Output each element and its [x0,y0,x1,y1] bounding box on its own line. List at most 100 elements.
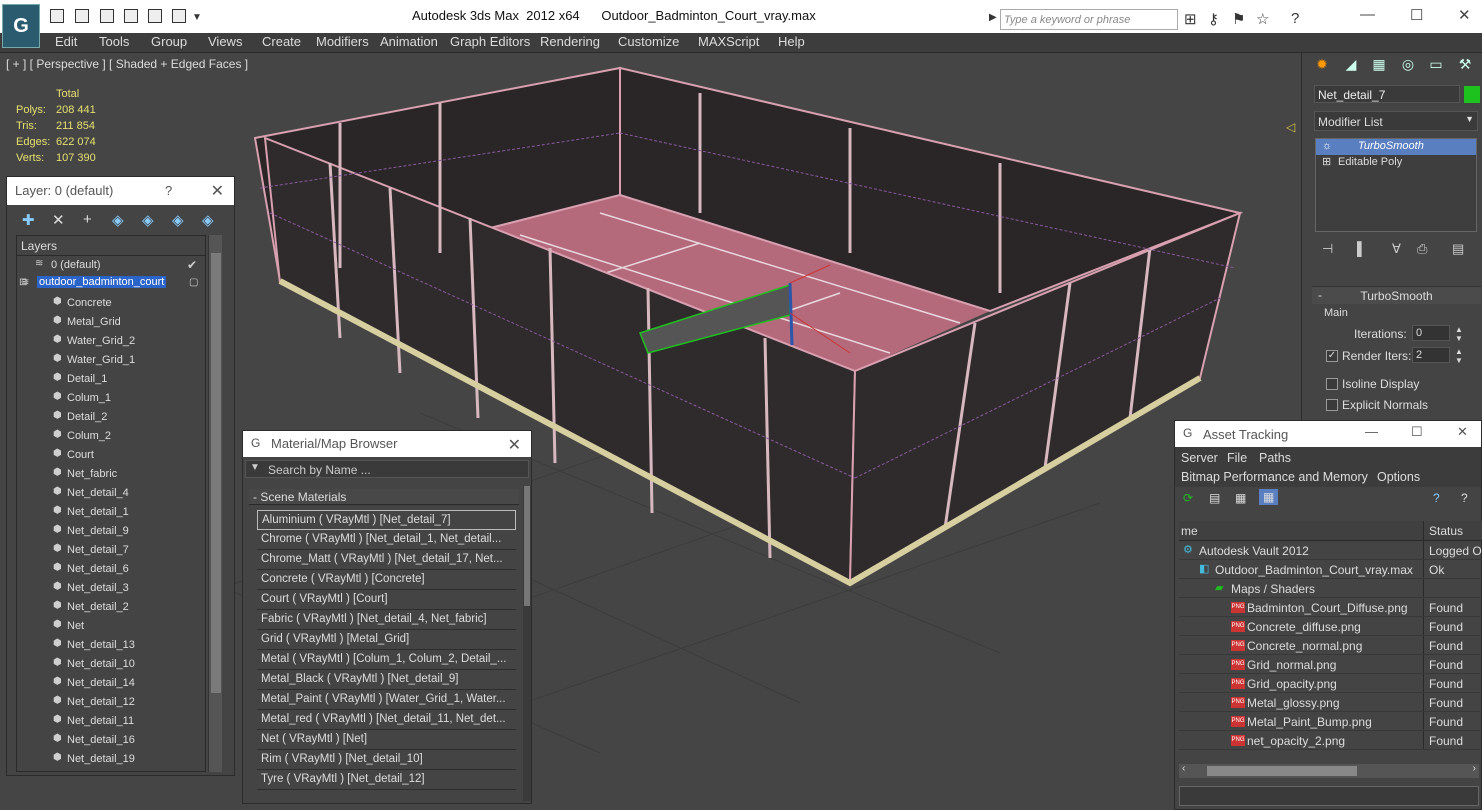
chevron-down-icon[interactable]: ▼ [192,12,202,23]
object-row[interactable]: ⬢ Net_detail_19 [17,750,205,769]
object-row[interactable]: ⬢ Net_detail_9 [17,522,205,541]
menu-server[interactable]: Server [1181,451,1218,465]
close-icon[interactable]: ✕ [508,435,521,455]
material-item[interactable]: Rim ( VRayMtl ) [Net_detail_10] [257,750,516,770]
object-row[interactable]: ⬢ Net_detail_3 [17,579,205,598]
show-end-result-icon[interactable]: ▌ [1357,241,1366,256]
asset-row[interactable]: ▰ Maps / Shaders [1179,579,1482,598]
scroll-left-icon[interactable]: ‹ [1182,763,1185,774]
object-row[interactable]: ⬢ Court [17,446,205,465]
favorites-star-icon[interactable]: ☆ [1256,10,1269,28]
expand-arrow-icon[interactable]: ▶ [989,12,997,23]
object-row[interactable]: ⬢ Net_detail_13 [17,636,205,655]
menu-views[interactable]: Views [208,34,242,49]
collapse-arrow-icon[interactable]: ◁ [1286,120,1295,134]
remove-modifier-icon[interactable]: ⎙ [1417,241,1427,257]
layer-scrollbar[interactable] [208,235,222,772]
menu-tools[interactable]: Tools [99,34,129,49]
material-item[interactable]: Metal_red ( VRayMtl ) [Net_detail_11, Ne… [257,710,516,730]
asset-row[interactable]: ⚙ Autodesk Vault 2012 Logged O [1179,541,1482,560]
menu-help[interactable]: Help [778,34,805,49]
table-view-icon[interactable]: ▦ [1259,489,1279,505]
filter-icon[interactable]: ▼ [250,462,260,473]
material-item[interactable]: Net ( VRayMtl ) [Net] [257,730,516,750]
detail-view-icon[interactable]: ▦ [1235,491,1246,505]
menu-graph-editors[interactable]: Graph Editors [450,34,530,49]
object-row[interactable]: ⬢ Water_Grid_2 [17,332,205,351]
menu-modifiers[interactable]: Modifiers [316,34,369,49]
object-row[interactable]: ⬢ Net_detail_2 [17,598,205,617]
maximize-icon[interactable]: ☐ [1410,6,1423,24]
spinner-arrows-icon[interactable]: ▲ ▼ [1455,347,1463,365]
asset-row[interactable]: PNG Grid_opacity.png Found [1179,674,1482,693]
spinner-arrows-icon[interactable]: ▲ ▼ [1455,325,1463,343]
object-row[interactable]: ⬢ Net_detail_14 [17,674,205,693]
rollout-header[interactable]: - TurboSmooth [1312,287,1481,304]
object-row[interactable]: ⬢ Net_detail_11 [17,712,205,731]
asset-row[interactable]: PNG net_opacity_2.png Found [1179,731,1482,750]
object-row[interactable]: ⬢ Metal_Grid [17,313,205,332]
help-button[interactable]: ? [165,183,172,198]
hide-all-icon[interactable]: ◈ [172,211,184,229]
create-layer-icon[interactable]: ✚ [22,211,35,229]
save-icon[interactable] [75,9,89,23]
list-view-icon[interactable]: ▤ [1209,491,1220,505]
material-browser-header[interactable]: G Material/Map Browser ✕ [243,431,531,457]
object-row[interactable]: ⬢ Detail_2 [17,408,205,427]
material-item[interactable]: Court ( VRayMtl ) [Court] [257,590,516,610]
menu-bitmap-performance[interactable]: Bitmap Performance and Memory [1181,470,1368,484]
highlight-layer-icon[interactable]: ◈ [142,211,154,229]
menu-file[interactable]: File [1227,451,1247,465]
stack-item-editable-poly[interactable]: ⊞ Editable Poly [1316,155,1476,171]
help-icon[interactable]: ? [1291,10,1299,27]
material-item[interactable]: Metal ( VRayMtl ) [Colum_1, Colum_2, Det… [257,650,516,670]
close-icon[interactable]: ✕ [211,181,224,201]
menu-rendering[interactable]: Rendering [540,34,600,49]
material-item[interactable]: Aluminium ( VRayMtl ) [Net_detail_7] [257,510,516,530]
config-help-icon[interactable]: ? [1461,491,1468,505]
communication-icon[interactable]: ⚑ [1232,10,1245,28]
scroll-thumb[interactable] [1207,766,1357,776]
object-row[interactable]: ⬢ Water_Grid_1 [17,351,205,370]
asset-horizontal-scrollbar[interactable]: ‹ › [1179,763,1479,778]
column-name-header[interactable]: me [1181,524,1198,538]
scroll-right-icon[interactable]: › [1473,763,1476,774]
object-row[interactable]: ⬢ Net_fabric [17,465,205,484]
stack-item-turbosmooth[interactable]: ☼ TurboSmooth [1316,139,1476,155]
minimize-icon[interactable]: — [1360,6,1375,23]
scroll-thumb[interactable] [211,253,221,693]
layer-row[interactable]: ≋ 0 (default) ✔ [17,256,205,275]
material-search-input[interactable]: ▼ Search by Name ... [245,460,529,478]
menu-animation[interactable]: Animation [380,34,438,49]
menu-edit[interactable]: Edit [55,34,77,49]
object-row[interactable]: ⬢ Net_detail_12 [17,693,205,712]
material-item[interactable]: Metal_Paint ( VRayMtl ) [Water_Grid_1, W… [257,690,516,710]
project-icon[interactable] [172,9,186,23]
collapse-minus-icon[interactable]: - [1318,288,1322,302]
isoline-display-checkbox[interactable] [1326,378,1338,390]
explicit-normals-checkbox[interactable] [1326,399,1338,411]
menu-customize[interactable]: Customize [618,34,679,49]
lightbulb-icon[interactable]: ☼ [1322,140,1332,152]
asset-path-input[interactable] [1179,786,1479,806]
material-item[interactable]: Chrome ( VRayMtl ) [Net_detail_1, Net_de… [257,530,516,550]
layers-column-header[interactable]: Layers [17,236,205,256]
open-icon[interactable] [124,9,138,23]
scene-materials-group[interactable]: - Scene Materials [249,489,519,505]
object-row[interactable]: ⬢ Net [17,617,205,636]
modify-tab-icon[interactable]: ◢ [1340,56,1362,78]
menu-maxscript[interactable]: MAXScript [698,34,759,49]
display-tab-icon[interactable]: ▭ [1425,56,1447,78]
configure-sets-icon[interactable]: ▤ [1452,241,1464,257]
hierarchy-tab-icon[interactable]: ▦ [1368,56,1390,78]
utilities-tab-icon[interactable]: ⚒ [1454,56,1476,78]
make-unique-icon[interactable]: ∀ [1392,241,1401,257]
add-to-layer-icon[interactable]: + [83,211,92,228]
object-row[interactable]: ⬢ Net_detail_16 [17,731,205,750]
render-iters-spinner[interactable]: 2 [1412,347,1450,363]
motion-tab-icon[interactable]: ◎ [1397,56,1419,78]
pin-stack-icon[interactable]: ⊣ [1322,241,1333,257]
object-row[interactable]: ⬢ Colum_2 [17,427,205,446]
modifier-list-dropdown[interactable]: Modifier List ▼ [1314,111,1478,131]
maximize-icon[interactable]: ☐ [1411,424,1423,440]
